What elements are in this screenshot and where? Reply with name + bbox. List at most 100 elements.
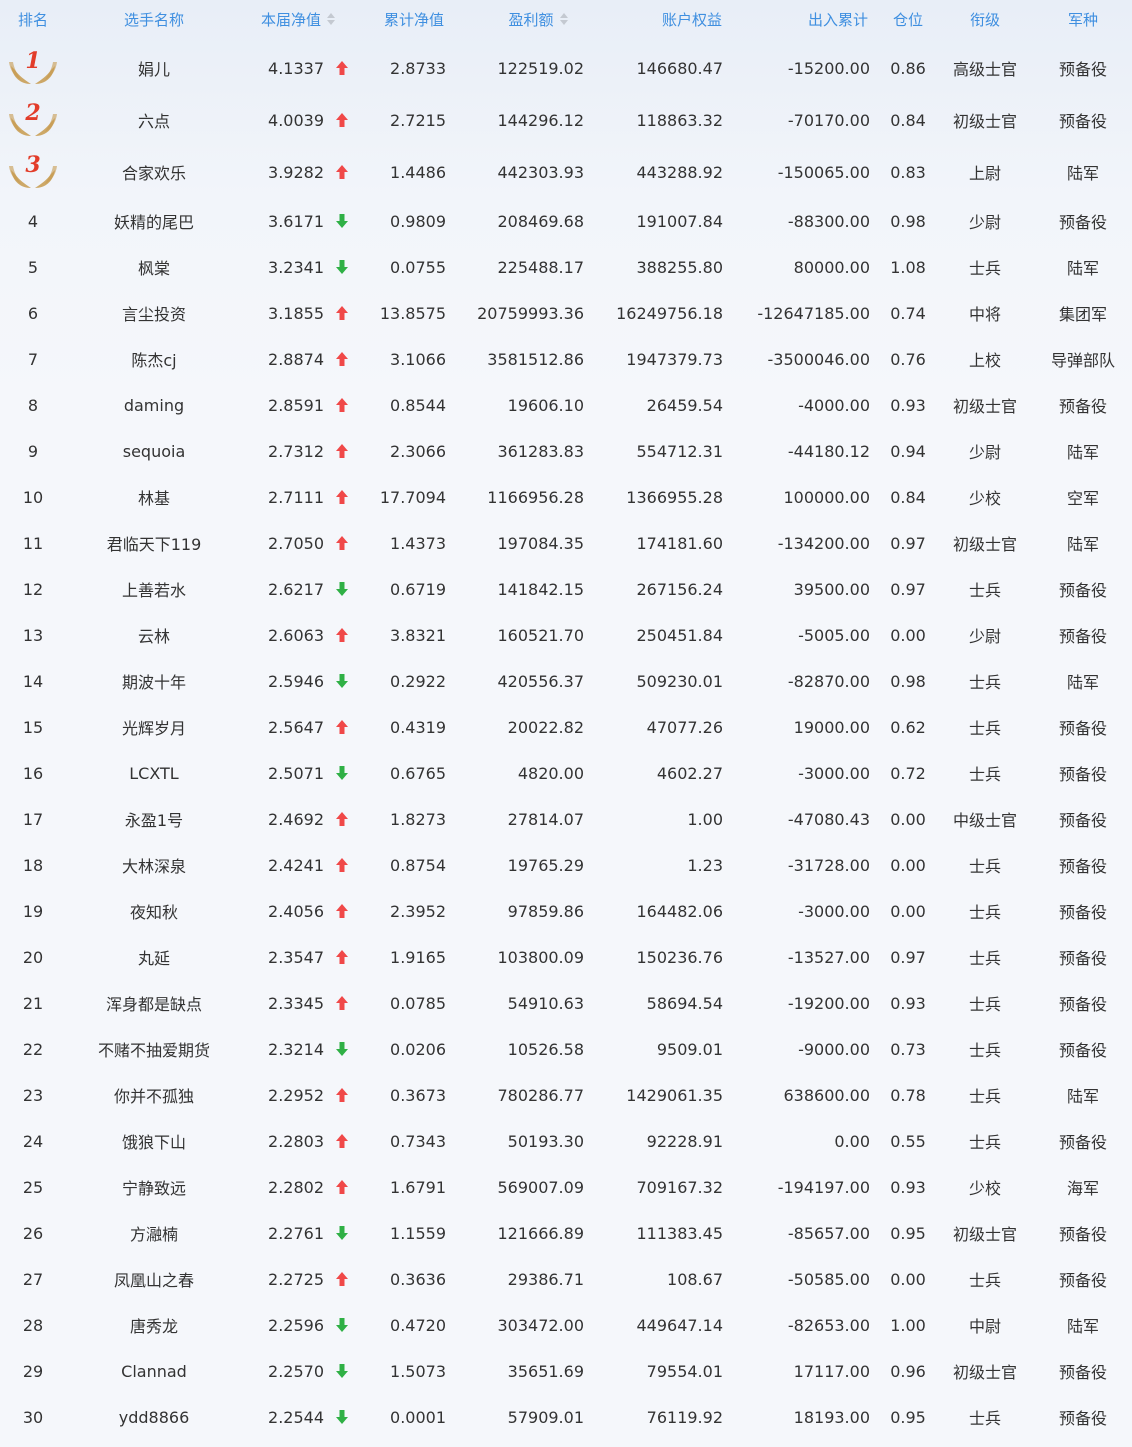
profit-amount: 103800.09: [497, 947, 584, 967]
table-row[interactable]: 17 永盈1号 2.4692 1.8273 27814.07 1.00 -47080.43 0…: [0, 796, 1132, 842]
profit-amount: 122519.02: [497, 58, 584, 78]
player-name[interactable]: sequoia: [84, 428, 224, 474]
rank-number: 17: [22, 809, 44, 829]
table-row[interactable]: 29 Clannad 2.2570 1.5073 35651.69 79554.01 171…: [0, 1348, 1132, 1394]
player-name[interactable]: 永盈1号: [84, 796, 224, 842]
player-name[interactable]: 唐秀龙: [84, 1302, 224, 1348]
table-row[interactable]: 9 sequoia 2.7312 2.3066 361283.83 554712.31 -4…: [0, 428, 1132, 474]
account-equity: 1429061.35: [626, 1085, 723, 1105]
player-name[interactable]: 你并不孤独: [84, 1072, 224, 1118]
current-nav: 2.2596: [268, 1315, 324, 1335]
rank-cell: 12: [0, 566, 66, 612]
player-name[interactable]: 饿狼下山: [84, 1118, 224, 1164]
rank-cell: 22: [0, 1026, 66, 1072]
sort-icon[interactable]: [327, 13, 335, 25]
table-row[interactable]: 6 言尘投资 3.1855 13.8575 20759993.36 16249756.18…: [0, 290, 1132, 336]
military-branch: 预备役: [1058, 112, 1107, 131]
arrow-up-icon: [330, 934, 354, 980]
player-name[interactable]: 丸延: [84, 934, 224, 980]
player-name[interactable]: 大林深泉: [84, 842, 224, 888]
cumulative-nav: 0.6719: [390, 579, 446, 599]
net-flow: 18193.00: [793, 1407, 870, 1427]
player-name[interactable]: 六点: [84, 94, 224, 146]
military-rank: 士兵: [968, 857, 1001, 876]
header-nav-sortable[interactable]: 本届净值: [240, 0, 356, 38]
table-row[interactable]: 13 云林 2.6063 3.8321 160521.70 250451.84 -5005.…: [0, 612, 1132, 658]
player-name[interactable]: 君临天下119: [84, 520, 224, 566]
table-row[interactable]: 25 宁静致远 2.2802 1.6791 569007.09 709167.32 -194…: [0, 1164, 1132, 1210]
table-row[interactable]: 10 林基 2.7111 17.7094 1166956.28 1366955.28 100…: [0, 474, 1132, 520]
table-row[interactable]: 3 合家欢乐 3.9282 1.4486 442303.93 443288.92 -1500…: [0, 146, 1132, 198]
table-row[interactable]: 2 六点 4.0039 2.7215 144296.12 118863.32 -70170.…: [0, 94, 1132, 146]
table-row[interactable]: 11 君临天下119 2.7050 1.4373 197084.35 174181.60 -…: [0, 520, 1132, 566]
net-flow: -19200.00: [787, 993, 870, 1013]
player-name[interactable]: 枫棠: [84, 244, 224, 290]
military-rank: 初级士官: [952, 535, 1017, 554]
table-row[interactable]: 22 不赌不抽爱期货 2.3214 0.0206 10526.58 9509.01 -900…: [0, 1026, 1132, 1072]
table-row[interactable]: 30 ydd8866 2.2544 0.0001 57909.01 76119.92 181…: [0, 1394, 1132, 1440]
player-name[interactable]: 光辉岁月: [84, 704, 224, 750]
account-equity: 9509.01: [656, 1039, 723, 1059]
player-name[interactable]: 言尘投资: [84, 290, 224, 336]
cumulative-nav: 0.3636: [390, 1269, 446, 1289]
player-name[interactable]: 宁静致远: [84, 1164, 224, 1210]
table-row[interactable]: 16 LCXTL 2.5071 0.6765 4820.00 4602.27 -3000.0…: [0, 750, 1132, 796]
player-name[interactable]: 上善若水: [84, 566, 224, 612]
header-profit-sortable[interactable]: 盈利额: [480, 0, 596, 38]
rank-cell: 29: [0, 1348, 66, 1394]
net-flow: -3500046.00: [767, 349, 870, 369]
player-name[interactable]: LCXTL: [84, 750, 224, 796]
military-branch: 预备役: [1058, 581, 1107, 600]
profit-amount: 420556.37: [497, 671, 584, 691]
player-name[interactable]: ydd8866: [84, 1394, 224, 1440]
table-row[interactable]: 24 饿狼下山 2.2803 0.7343 50193.30 92228.91 0.00 0.…: [0, 1118, 1132, 1164]
rank-number: 18: [22, 855, 44, 875]
table-row[interactable]: 26 方瀜楠 2.2761 1.1559 121666.89 111383.45 -8565…: [0, 1210, 1132, 1256]
player-name[interactable]: 浑身都是缺点: [84, 980, 224, 1026]
cumulative-nav: 1.8273: [390, 809, 446, 829]
military-branch: 预备役: [1058, 857, 1107, 876]
position-ratio: 0.76: [890, 349, 926, 369]
table-row[interactable]: 4 妖精的尾巴 3.6171 0.9809 208469.68 191007.84 -883…: [0, 198, 1132, 244]
table-row[interactable]: 8 daming 2.8591 0.8544 19606.10 26459.54 -4000…: [0, 382, 1132, 428]
table-row[interactable]: 7 陈杰cj 2.8874 3.1066 3581512.86 1947379.73 -35…: [0, 336, 1132, 382]
medal-rank-number: 2: [25, 100, 41, 126]
rank-cell: 14: [0, 658, 66, 704]
player-name[interactable]: 期波十年: [84, 658, 224, 704]
table-row[interactable]: 14 期波十年 2.5946 0.2922 420556.37 509230.01 -828…: [0, 658, 1132, 704]
military-rank: 初级士官: [952, 397, 1017, 416]
player-name[interactable]: 夜知秋: [84, 888, 224, 934]
cumulative-nav: 1.4486: [390, 162, 446, 182]
current-nav: 3.6171: [268, 211, 324, 231]
player-name[interactable]: Clannad: [84, 1348, 224, 1394]
table-row[interactable]: 20 丸延 2.3547 1.9165 103800.09 150236.76 -13527…: [0, 934, 1132, 980]
player-name[interactable]: 陈杰cj: [84, 336, 224, 382]
player-name[interactable]: 合家欢乐: [84, 146, 224, 198]
player-name[interactable]: 不赌不抽爱期货: [84, 1026, 224, 1072]
table-row[interactable]: 27 凤凰山之春 2.2725 0.3636 29386.71 108.67 -50585.…: [0, 1256, 1132, 1302]
table-row[interactable]: 28 唐秀龙 2.2596 0.4720 303472.00 449647.14 -8265…: [0, 1302, 1132, 1348]
player-name[interactable]: 云林: [84, 612, 224, 658]
cumulative-nav: 0.0206: [390, 1039, 446, 1059]
player-name[interactable]: 方瀜楠: [84, 1210, 224, 1256]
player-name[interactable]: daming: [84, 382, 224, 428]
table-row[interactable]: 1 娟儿 4.1337 2.8733 122519.02 146680.47 -15200.…: [0, 42, 1132, 94]
military-rank: 士兵: [968, 1133, 1001, 1152]
table-row[interactable]: 15 光辉岁月 2.5647 0.4319 20022.82 47077.26 19000.…: [0, 704, 1132, 750]
table-row[interactable]: 5 枫棠 3.2341 0.0755 225488.17 388255.80 80000.0…: [0, 244, 1132, 290]
cumulative-nav: 0.7343: [390, 1131, 446, 1151]
military-rank: 少尉: [968, 627, 1001, 646]
player-name[interactable]: 凤凰山之春: [84, 1256, 224, 1302]
player-name[interactable]: 娟儿: [84, 42, 224, 94]
table-row[interactable]: 23 你并不孤独 2.2952 0.3673 780286.77 1429061.35 63…: [0, 1072, 1132, 1118]
sort-icon[interactable]: [559, 13, 568, 25]
table-row[interactable]: 18 大林深泉 2.4241 0.8754 19765.29 1.23 -31728.00 0…: [0, 842, 1132, 888]
table-row[interactable]: 12 上善若水 2.6217 0.6719 141842.15 267156.24 3950…: [0, 566, 1132, 612]
table-row[interactable]: 19 夜知秋 2.4056 2.3952 97859.86 164482.06 -3000.…: [0, 888, 1132, 934]
player-name[interactable]: 林基: [84, 474, 224, 520]
arrow-down-icon: [330, 658, 354, 704]
player-name[interactable]: 妖精的尾巴: [84, 198, 224, 244]
profit-amount: 27814.07: [507, 809, 584, 829]
table-row[interactable]: 21 浑身都是缺点 2.3345 0.0785 54910.63 58694.54 -192…: [0, 980, 1132, 1026]
net-flow: 638600.00: [783, 1085, 870, 1105]
